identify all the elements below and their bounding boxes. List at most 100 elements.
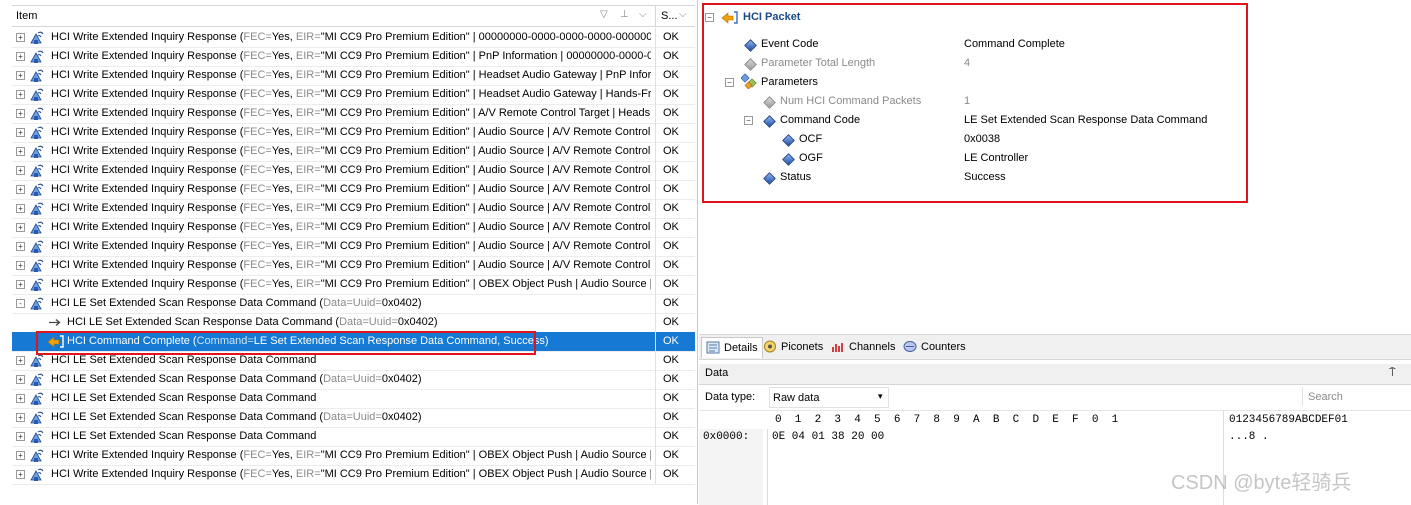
table-row[interactable]: + HCI Write Extended Inquiry Response (FE… [12,256,695,276]
expand-toggle[interactable]: + [16,185,25,194]
search-input[interactable]: Search [1302,387,1408,406]
expand-toggle[interactable]: + [16,413,25,422]
row-offset: 0x0000: [703,431,750,443]
tab-counters[interactable]: Counters [899,337,970,357]
expand-toggle[interactable]: + [16,90,25,99]
row-v2: "MI CC9 Pro Premium Edition" | Audio Sou… [320,145,651,157]
table-row[interactable]: + HCI Write Extended Inquiry Response (FE… [12,85,695,105]
table-row[interactable]: + HCI Write Extended Inquiry Response (FE… [12,123,695,143]
data-type-label: Data type: [705,391,756,403]
data-type-value: Raw data [773,392,820,404]
pin-icon[interactable]: ⍑ [1389,367,1396,380]
data-type-select[interactable]: Raw data ▾ [769,387,889,408]
chevron-down-icon[interactable]: ⌵ [679,9,687,20]
row-title: HCI Write Extended Inquiry Response [51,164,237,176]
row-text: HCI Write Extended Inquiry Response (FEC… [51,50,651,62]
expand-toggle[interactable]: + [16,242,25,251]
table-row[interactable]: - HCI LE Set Extended Scan Response Data … [12,294,695,314]
row-title: HCI LE Set Extended Scan Response Data C… [51,354,317,366]
hex-bytes[interactable]: 0E 04 01 38 20 00 [772,431,884,443]
row-status: OK [663,88,679,100]
row-k1: FEC= [243,164,272,176]
row-text: HCI Write Extended Inquiry Response (FEC… [51,278,651,290]
table-row[interactable]: + HCI Write Extended Inquiry Response (FE… [12,28,695,48]
expand-toggle[interactable]: + [16,147,25,156]
table-row[interactable]: + HCI Write Extended Inquiry Response (FE… [12,142,695,162]
column-header-item[interactable]: Item [16,10,37,22]
column-separator[interactable] [655,6,656,26]
row-status: OK [663,392,679,404]
table-row[interactable]: + HCI Write Extended Inquiry Response (FE… [12,237,695,257]
table-row[interactable]: + HCI LE Set Extended Scan Response Data … [12,427,695,447]
highlight-box [702,3,1248,203]
row-status: OK [663,126,679,138]
row-text: HCI LE Set Extended Scan Response Data C… [67,316,667,328]
table-row[interactable]: + HCI Write Extended Inquiry Response (FE… [12,66,695,86]
column-header-status[interactable]: S... [661,10,678,22]
row-text: HCI LE Set Extended Scan Response Data C… [51,354,651,366]
expand-toggle[interactable]: + [16,71,25,80]
row-v1: Yes, [271,164,293,176]
expand-toggle[interactable]: + [16,451,25,460]
row-status: OK [663,259,679,271]
expand-toggle[interactable]: + [16,280,25,289]
expand-toggle[interactable]: + [16,52,25,61]
row-k2: Uuid= [352,411,382,423]
chevron-down-icon[interactable]: ⌵ [639,9,647,20]
table-row[interactable]: HCI LE Set Extended Scan Response Data C… [12,313,695,333]
row-title: HCI LE Set Extended Scan Response Data C… [51,392,317,404]
expand-toggle[interactable]: + [16,204,25,213]
expand-toggle[interactable]: + [16,261,25,270]
tab-details[interactable]: Details [701,337,763,358]
tab-channels[interactable]: Channels [827,337,899,357]
expand-toggle[interactable]: + [16,375,25,384]
broadcast-icon [29,258,45,273]
row-text: HCI Write Extended Inquiry Response (FEC… [51,259,651,271]
column-separator [655,332,656,351]
pin-icon[interactable]: ⊥ [620,9,629,20]
ascii-bytes[interactable]: ...8 . [1229,431,1269,443]
row-status: OK [663,316,679,328]
row-text: HCI Write Extended Inquiry Response (FEC… [51,468,651,480]
table-row[interactable]: + HCI LE Set Extended Scan Response Data … [12,370,695,390]
table-row[interactable]: + HCI Write Extended Inquiry Response (FE… [12,104,695,124]
expand-toggle[interactable]: + [16,128,25,137]
tab-piconets[interactable]: Piconets [759,337,827,357]
expand-toggle[interactable]: + [16,432,25,441]
table-row[interactable]: + HCI Write Extended Inquiry Response (FE… [12,180,695,200]
row-status: OK [663,107,679,119]
broadcast-icon [29,467,45,482]
collapse-toggle[interactable]: - [16,299,25,308]
row-k1: FEC= [243,126,272,138]
expand-toggle[interactable]: + [16,166,25,175]
arrow-right-icon [47,315,63,330]
table-row[interactable]: + HCI Write Extended Inquiry Response (FE… [12,465,695,485]
table-row[interactable]: + HCI Write Extended Inquiry Response (FE… [12,275,695,295]
row-v1: Yes, [271,69,293,81]
expand-toggle[interactable]: + [16,394,25,403]
table-row[interactable]: + HCI Write Extended Inquiry Response (FE… [12,218,695,238]
column-separator [655,389,656,408]
broadcast-icon [29,277,45,292]
table-row[interactable]: + HCI Write Extended Inquiry Response (FE… [12,446,695,466]
row-k1: FEC= [243,240,272,252]
table-row[interactable]: + HCI Write Extended Inquiry Response (FE… [12,47,695,67]
expand-toggle[interactable]: + [16,470,25,479]
filter-icon[interactable]: ▽ [600,9,608,20]
details-icon [706,341,720,354]
row-text: HCI Write Extended Inquiry Response (FEC… [51,31,651,43]
row-text: HCI LE Set Extended Scan Response Data C… [51,430,651,442]
row-k1: FEC= [243,202,272,214]
expand-toggle[interactable]: + [16,109,25,118]
row-v2: "MI CC9 Pro Premium Edition" | Audio Sou… [320,240,651,252]
expand-toggle[interactable]: + [16,33,25,42]
row-v2: "MI CC9 Pro Premium Edition" | OBEX Obje… [320,278,651,290]
table-row[interactable]: + HCI Write Extended Inquiry Response (FE… [12,199,695,219]
expand-toggle[interactable]: + [16,356,25,365]
row-k1: FEC= [243,107,272,119]
expand-toggle[interactable]: + [16,223,25,232]
table-row[interactable]: + HCI LE Set Extended Scan Response Data … [12,389,695,409]
table-row[interactable]: + HCI Write Extended Inquiry Response (FE… [12,161,695,181]
row-title: HCI Write Extended Inquiry Response [51,202,237,214]
table-row[interactable]: + HCI LE Set Extended Scan Response Data … [12,408,695,428]
